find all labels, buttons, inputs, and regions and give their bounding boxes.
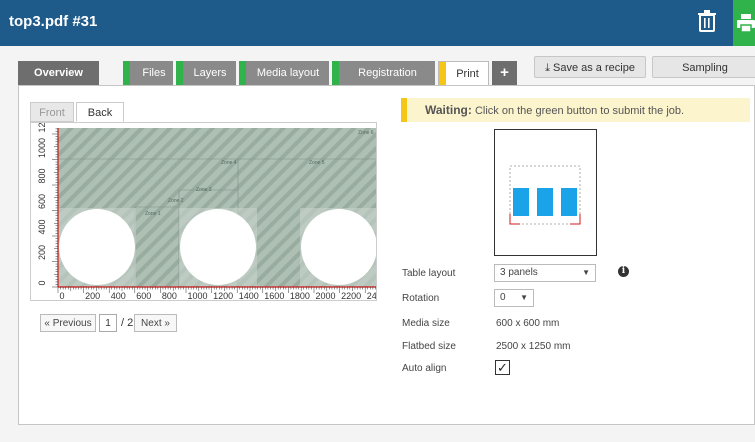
- status-bar: [332, 61, 339, 85]
- status-banner: Waiting: Click on the green button to su…: [401, 98, 750, 122]
- media-preview: [494, 129, 597, 256]
- tab-overview[interactable]: Overview: [18, 61, 99, 85]
- status-message: Click on the green button to submit the …: [474, 105, 685, 117]
- chevron-down-icon: ▼: [582, 268, 590, 277]
- y-ruler-label: 1000: [37, 138, 47, 158]
- x-ruler-label: 200: [85, 291, 100, 301]
- zone-label: Zone 3: [196, 187, 212, 193]
- zone-label: Zone 5: [309, 160, 325, 166]
- status-bar: [123, 61, 130, 85]
- page-count: / 2: [121, 317, 134, 329]
- y-ruler-label: 200: [37, 245, 47, 260]
- window-title: top3.pdf #31: [9, 13, 98, 30]
- tab-print[interactable]: Print: [438, 61, 489, 86]
- x-ruler-label: 1400: [239, 291, 259, 301]
- x-ruler-label: 1800: [290, 291, 310, 301]
- panel-placement[interactable]: [301, 209, 377, 285]
- auto-align-checkbox[interactable]: ✓: [495, 360, 510, 375]
- tab-registration[interactable]: Registration: [332, 61, 435, 85]
- y-ruler-label: 0: [37, 280, 47, 285]
- x-ruler-label: 1200: [213, 291, 233, 301]
- chevron-down-icon: ▼: [520, 293, 528, 302]
- panel-thumbnail: [537, 188, 553, 216]
- auto-align-label: Auto align: [402, 363, 447, 374]
- x-ruler-label: 1600: [264, 291, 284, 301]
- add-tab-button[interactable]: +: [492, 61, 517, 85]
- x-ruler-label: 800: [162, 291, 177, 301]
- save-as-recipe-button[interactable]: ⤓ Save as a recipe: [534, 56, 646, 78]
- status-bar: [239, 61, 246, 85]
- tab-layers[interactable]: Layers: [176, 61, 236, 85]
- panel-thumbnail: [513, 188, 529, 216]
- sampling-button[interactable]: Sampling: [652, 56, 755, 78]
- status-bar: [176, 61, 183, 85]
- table-layout-select[interactable]: 3 panels ▼: [494, 264, 596, 282]
- y-ruler-label: 800: [37, 168, 47, 183]
- trash-icon[interactable]: [697, 10, 725, 38]
- zone-label: Zone 6: [358, 130, 374, 136]
- zone-label: Zone 2: [168, 198, 184, 204]
- rotation-select[interactable]: 0 ▼: [494, 289, 534, 307]
- x-ruler-label: 0: [60, 291, 65, 301]
- flatbed-preview: Zone 6 Zone 5 Zone 4 Zone 3 Zone 2 Zone …: [30, 122, 377, 301]
- panel-thumbnail: [561, 188, 577, 216]
- page-number-input[interactable]: 1: [99, 314, 117, 332]
- y-ruler-label: 1200: [37, 123, 47, 133]
- title-bar: top3.pdf #31: [0, 0, 755, 46]
- x-ruler-label: 24: [367, 291, 377, 301]
- print-icon: [737, 14, 755, 33]
- panel-placement[interactable]: [180, 209, 256, 285]
- tab-front[interactable]: Front: [30, 102, 74, 122]
- media-size-label: Media size: [402, 318, 450, 329]
- zone-label: Zone 4: [221, 160, 237, 166]
- y-ruler-label: 400: [37, 219, 47, 234]
- x-ruler-label: 600: [136, 291, 151, 301]
- x-ruler-label: 1000: [188, 291, 208, 301]
- media-size-value: 600 x 600 mm: [496, 318, 560, 329]
- y-ruler-label: 600: [37, 194, 47, 209]
- flatbed-size-label: Flatbed size: [402, 341, 456, 352]
- info-icon[interactable]: i: [618, 266, 629, 277]
- x-ruler-label: 400: [111, 291, 126, 301]
- zone-label: Zone 1: [145, 211, 161, 217]
- status-label: Waiting:: [425, 103, 472, 117]
- status-bar: [439, 62, 446, 86]
- rotation-label: Rotation: [402, 293, 440, 304]
- checkmark-icon: ✓: [497, 360, 508, 375]
- panel-placement[interactable]: [59, 209, 135, 285]
- previous-page-button[interactable]: « Previous: [40, 314, 96, 332]
- tab-back[interactable]: Back: [76, 102, 124, 122]
- next-page-button[interactable]: Next »: [134, 314, 177, 332]
- table-layout-label: Table layout: [402, 268, 456, 279]
- submit-print-button[interactable]: [733, 0, 755, 46]
- x-ruler-label: 2000: [316, 291, 336, 301]
- flatbed-size-value: 2500 x 1250 mm: [496, 341, 571, 352]
- tab-files[interactable]: Files: [123, 61, 173, 85]
- x-ruler-label: 2200: [341, 291, 361, 301]
- flatbed-canvas: Zone 6 Zone 5 Zone 4 Zone 3 Zone 2 Zone …: [31, 123, 377, 301]
- download-icon: ⤓: [545, 62, 550, 74]
- tab-media-layout[interactable]: Media layout: [239, 61, 329, 85]
